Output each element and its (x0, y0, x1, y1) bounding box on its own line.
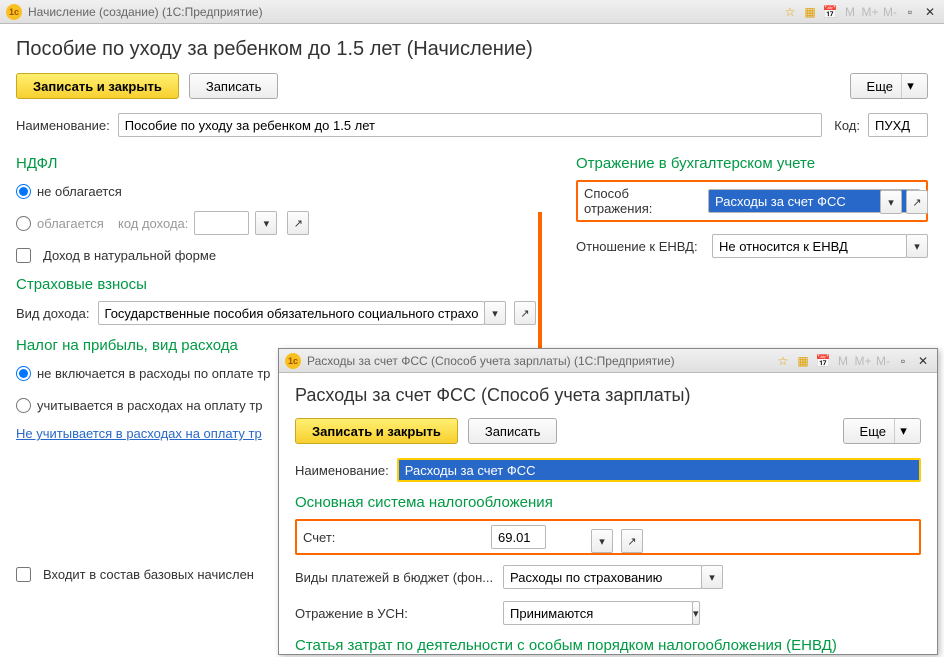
sub-title-bar: 1c Расходы за счет ФСС (Способ учета зар… (279, 349, 937, 373)
envd-input[interactable] (712, 234, 907, 258)
income-type-input[interactable] (98, 301, 485, 325)
radio-not-taxed[interactable] (16, 184, 31, 199)
app-logo-icon: 1c (285, 353, 301, 369)
account-open-button[interactable]: ↗ (621, 529, 643, 553)
maximize-icon[interactable]: ▫ (895, 353, 911, 369)
close-icon[interactable]: ✕ (922, 4, 938, 20)
sub-heading: Расходы за счет ФСС (Способ учета зарпла… (295, 385, 921, 406)
sub-save-close-button[interactable]: Записать и закрыть (295, 418, 458, 444)
method-dd-button[interactable]: ▾ (880, 190, 902, 214)
income-type-label: Вид дохода: (16, 306, 90, 321)
profit-link[interactable]: Не учитывается в расходах на оплату тр (16, 426, 262, 441)
income-code-input (194, 211, 249, 235)
sub-name-input[interactable] (397, 458, 921, 482)
chevron-down-icon: ▾ (901, 74, 919, 98)
close-icon[interactable]: ✕ (915, 353, 931, 369)
income-type-open-button[interactable]: ↗ (514, 301, 536, 325)
grid-icon[interactable]: ▦ (802, 4, 818, 20)
not-taxed-label: не облагается (37, 184, 122, 199)
radio-profit-opt2[interactable] (16, 398, 31, 413)
envd-dd-button[interactable]: ▾ (906, 234, 928, 258)
sub-name-label: Наименование: (295, 463, 389, 478)
sub-window: 1c Расходы за счет ФСС (Способ учета зар… (278, 348, 938, 655)
sub-more-button[interactable]: Еще ▾ (843, 418, 921, 444)
name-label: Наименование: (16, 118, 110, 133)
natural-income-checkbox[interactable] (16, 248, 31, 263)
window-title: Начисление (создание) (1С:Предприятие) (28, 5, 782, 19)
more-label: Еще (867, 79, 893, 94)
main-title-bar: 1c Начисление (создание) (1С:Предприятие… (0, 0, 944, 24)
sub-section-envd: Статья затрат по деятельности с особым п… (295, 637, 921, 654)
app-logo-icon: 1c (6, 4, 22, 20)
section-ndfl: НДФЛ (16, 155, 536, 172)
natural-income-label: Доход в натуральной форме (43, 248, 216, 263)
code-input[interactable] (868, 113, 928, 137)
m-plus-icon[interactable]: M+ (855, 353, 871, 369)
m-icon[interactable]: M (835, 353, 851, 369)
method-label: Способ отражения: (584, 186, 700, 216)
profit-opt1-label: не включается в расходы по оплате тр (37, 366, 270, 381)
taxed-label: облагается (37, 216, 112, 231)
income-type-dd-button[interactable]: ▾ (484, 301, 506, 325)
income-code-open-button[interactable]: ↗ (287, 211, 309, 235)
radio-taxed[interactable] (16, 216, 31, 231)
payment-types-dd[interactable]: ▾ (701, 565, 723, 589)
section-insurance: Страховые взносы (16, 276, 536, 293)
sub-window-title: Расходы за счет ФСС (Способ учета зарпла… (307, 354, 775, 368)
more-button[interactable]: Еще ▾ (850, 73, 928, 99)
star-icon[interactable]: ☆ (775, 353, 791, 369)
code-label: Код: (834, 118, 860, 133)
sub-more-label: Еще (860, 424, 886, 439)
sub-section-osn: Основная система налогообложения (295, 494, 921, 511)
account-label: Счет: (303, 530, 483, 545)
envd-label: Отношение к ЕНВД: (576, 239, 704, 254)
page-heading: Пособие по уходу за ребенком до 1.5 лет … (16, 38, 928, 61)
base-accruals-checkbox[interactable] (16, 567, 31, 582)
account-dd-button[interactable]: ▾ (591, 529, 613, 553)
chevron-down-icon: ▾ (894, 419, 912, 443)
account-input[interactable] (491, 525, 546, 549)
usn-dd[interactable]: ▾ (692, 601, 700, 625)
calendar-icon[interactable]: 📅 (822, 4, 838, 20)
base-accruals-label: Входит в состав базовых начислен (43, 567, 254, 582)
method-highlight: Способ отражения: (576, 180, 928, 222)
grid-icon[interactable]: ▦ (795, 353, 811, 369)
usn-label: Отражение в УСН: (295, 606, 495, 621)
profit-opt2-label: учитывается в расходах на оплату тр (37, 398, 263, 413)
star-icon[interactable]: ☆ (782, 4, 798, 20)
save-close-button[interactable]: Записать и закрыть (16, 73, 179, 99)
m-minus-icon[interactable]: M- (882, 4, 898, 20)
m-icon[interactable]: M (842, 4, 858, 20)
usn-input[interactable] (503, 601, 693, 625)
save-button[interactable]: Записать (189, 73, 279, 99)
m-minus-icon[interactable]: M- (875, 353, 891, 369)
maximize-icon[interactable]: ▫ (902, 4, 918, 20)
radio-profit-opt1[interactable] (16, 366, 31, 381)
calendar-icon[interactable]: 📅 (815, 353, 831, 369)
name-input[interactable] (118, 113, 823, 137)
payment-types-input[interactable] (503, 565, 702, 589)
method-open-button[interactable]: ↗ (906, 190, 928, 214)
sub-save-button[interactable]: Записать (468, 418, 558, 444)
income-code-label: код дохода: (118, 216, 188, 231)
income-code-dd-button[interactable]: ▾ (255, 211, 277, 235)
section-bu: Отражение в бухгалтерском учете (576, 155, 928, 172)
payment-types-label: Виды платежей в бюджет (фон... (295, 570, 495, 585)
m-plus-icon[interactable]: M+ (862, 4, 878, 20)
